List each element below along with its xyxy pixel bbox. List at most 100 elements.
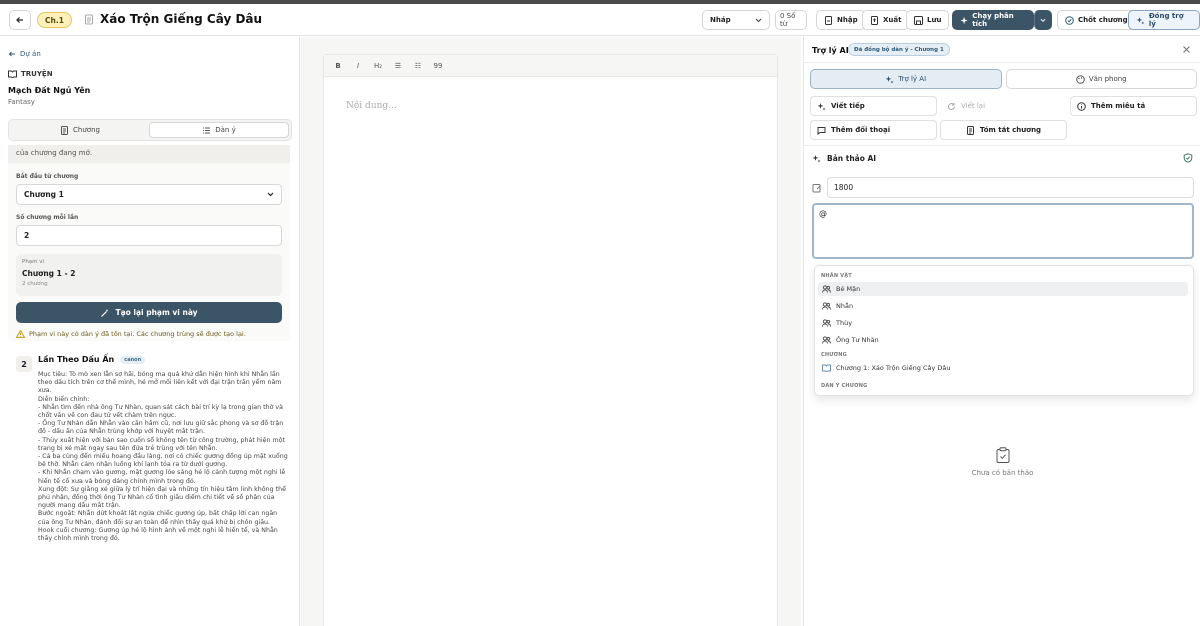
import-button[interactable]: Nhập [816,10,866,30]
rewrite-label: Viết lại [961,102,986,110]
left-sidebar: Dự án TRUYỆN Mạch Đất Ngủ Yên Fantasy Ch… [0,37,300,626]
status-select-value: Nháp [710,16,731,24]
sparkle-icon [960,16,968,24]
mention-character-item[interactable]: Bé Mận [818,282,1188,296]
draft-title-text: Bản thảo AI [827,154,877,163]
heading-button[interactable]: H₂ [373,62,383,70]
mention-chapter-item[interactable]: Chương 1: Xáo Trộn Giếng Cây Dâu [818,361,1188,375]
tab-style-label: Văn phong [1088,75,1127,83]
close-assistant-label: Đóng trợ lý [1148,12,1184,28]
editor-area: B I H₂ ☰ ☷ 99 Nội dung... [301,37,801,626]
outline-title-text: Lần Theo Dấu Ấn [38,355,115,364]
ai-draft-title: Bản thảo AI [812,154,876,163]
book-open-icon [822,364,831,372]
warning-icon [16,330,25,338]
outline-paragraph: Bước ngoặt: Nhẫn dứt khoát lật ngửa chiế… [38,510,278,526]
draft-length-input[interactable]: 1800 [827,177,1194,198]
range-label: Phạm vi [22,259,45,265]
start-chapter-label: Bắt đầu từ chương [16,173,79,180]
magic-wand-icon [101,308,109,317]
range-sub: 2 chương [22,281,48,287]
list-icon [203,127,211,133]
ai-assistant-panel: Trợ lý AI Đã đồng bộ dàn ý - Chương 1 Tr… [803,37,1200,626]
status-select[interactable]: Nháp [702,10,770,30]
save-button[interactable]: Lưu [906,10,950,30]
summary-label: Tóm tắt chương [979,126,1042,134]
per-batch-label: Số chương mỗi lần [16,214,79,221]
chevron-down-icon [755,18,762,22]
bold-button[interactable]: B [333,62,343,70]
file-text-icon [61,125,69,135]
run-analysis-button[interactable]: Chạy phân tích [952,10,1034,30]
prompt-value: @ [819,209,827,218]
summarize-chapter-button[interactable]: Tóm tắt chương [940,120,1067,140]
users-icon [822,336,831,344]
tab-outline[interactable]: Dàn ý [149,122,289,138]
back-button[interactable] [9,10,31,30]
tab-ai-assistant[interactable]: Trợ lý AI [810,69,1002,89]
mention-chapter-label: Chương 1: Xáo Trộn Giếng Cây Dâu [836,364,951,372]
prompt-textarea[interactable]: @ [812,203,1194,259]
outline-chapter-number: 2 [16,356,32,372]
range-value: Chương 1 - 2 [22,269,76,278]
mention-character-item[interactable]: Ông Tư Nhàn [818,333,1188,347]
editor-paper[interactable]: B I H₂ ☰ ☷ 99 Nội dung... [323,54,778,626]
sync-status-badge: Đã đồng bộ dàn ý - Chương 1 [848,43,950,56]
draft-length-value: 1800 [834,183,854,192]
outline-paragraph: - Thùy xuất hiện với bản sao cuốn sổ khô… [38,436,285,452]
rewrite-button[interactable]: Viết lại [940,96,1067,116]
document-icon [85,14,93,25]
regenerate-range-button[interactable]: Tạo lại phạm vi này [16,302,282,323]
word-count: 0 Số từ [775,10,807,30]
start-chapter-select[interactable]: Chương 1 [16,184,282,205]
quote-button[interactable]: 99 [433,62,443,70]
users-icon [822,285,831,293]
edit-icon [812,183,821,192]
save-label: Lưu [927,16,942,24]
palette-icon [1076,74,1085,84]
continue-writing-button[interactable]: Viết tiếp [810,96,937,116]
per-batch-input[interactable]: 2 [16,225,282,246]
file-export-icon [871,15,878,25]
outline-paragraph: - Nhẫn tìm đến nhà ông Tư Nhàn, quan sát… [38,403,284,420]
top-header: Ch.1 Xáo Trộn Giếng Cây Dâu Nháp 0 Số từ… [0,4,1200,36]
mention-character-label: Ông Tư Nhàn [836,336,879,344]
bullet-list-button[interactable]: ☰ [393,62,403,70]
chat-icon [817,126,826,135]
close-assistant-button[interactable]: Đóng trợ lý [1128,10,1200,30]
file-text-icon [966,125,974,135]
sparkles-icon [1136,16,1145,24]
outline-chapter-body: Mục tiêu: Tò mò xen lẫn sợ hãi, bóng ma … [38,371,288,543]
back-to-projects-link[interactable]: Dự án [8,50,41,58]
mention-character-item[interactable]: Thùy [818,316,1188,330]
mention-character-item[interactable]: Nhẫn [818,299,1188,313]
finalize-chapter-button[interactable]: Chốt chương [1057,10,1136,30]
book-icon [8,70,17,78]
dialogue-label: Thêm đối thoại [831,126,891,134]
mention-character-label: Thùy [836,319,853,327]
continue-label: Viết tiếp [831,102,865,110]
outline-chapter-card[interactable]: 2 Lần Theo Dấu Ấn canon Mục tiêu: Tò mò … [8,347,290,626]
ordered-list-button[interactable]: ☷ [413,62,423,70]
arrow-left-icon [16,17,23,23]
run-analysis-dropdown[interactable] [1034,10,1052,30]
finalize-label: Chốt chương [1078,16,1128,24]
regen-button-label: Tạo lại phạm vi này [115,308,198,317]
assistant-tabs: Trợ lý AI Văn phong [810,69,1197,89]
add-description-button[interactable]: Thêm miêu tả [1070,96,1197,116]
tab-outline-label: Dàn ý [215,126,236,134]
chapter-badge: Ch.1 [37,12,72,28]
empty-state-text: Chưa có bản thảo [971,469,1034,477]
ai-draft-section-header[interactable]: Bản thảo AI [804,145,1200,169]
start-chapter-value: Chương 1 [24,190,64,199]
back-link-label: Dự án [20,50,41,58]
import-label: Nhập [837,16,858,24]
italic-button[interactable]: I [353,62,363,70]
close-icon[interactable] [1182,45,1191,54]
tab-chapters-label: Chương [73,126,100,134]
tab-chapters[interactable]: Chương [11,122,149,138]
add-dialogue-button[interactable]: Thêm đối thoại [810,120,937,140]
group-chapters-label: CHƯƠNG [821,352,847,358]
export-button[interactable]: Xuất [862,10,910,30]
tab-writing-style[interactable]: Văn phong [1005,69,1197,89]
